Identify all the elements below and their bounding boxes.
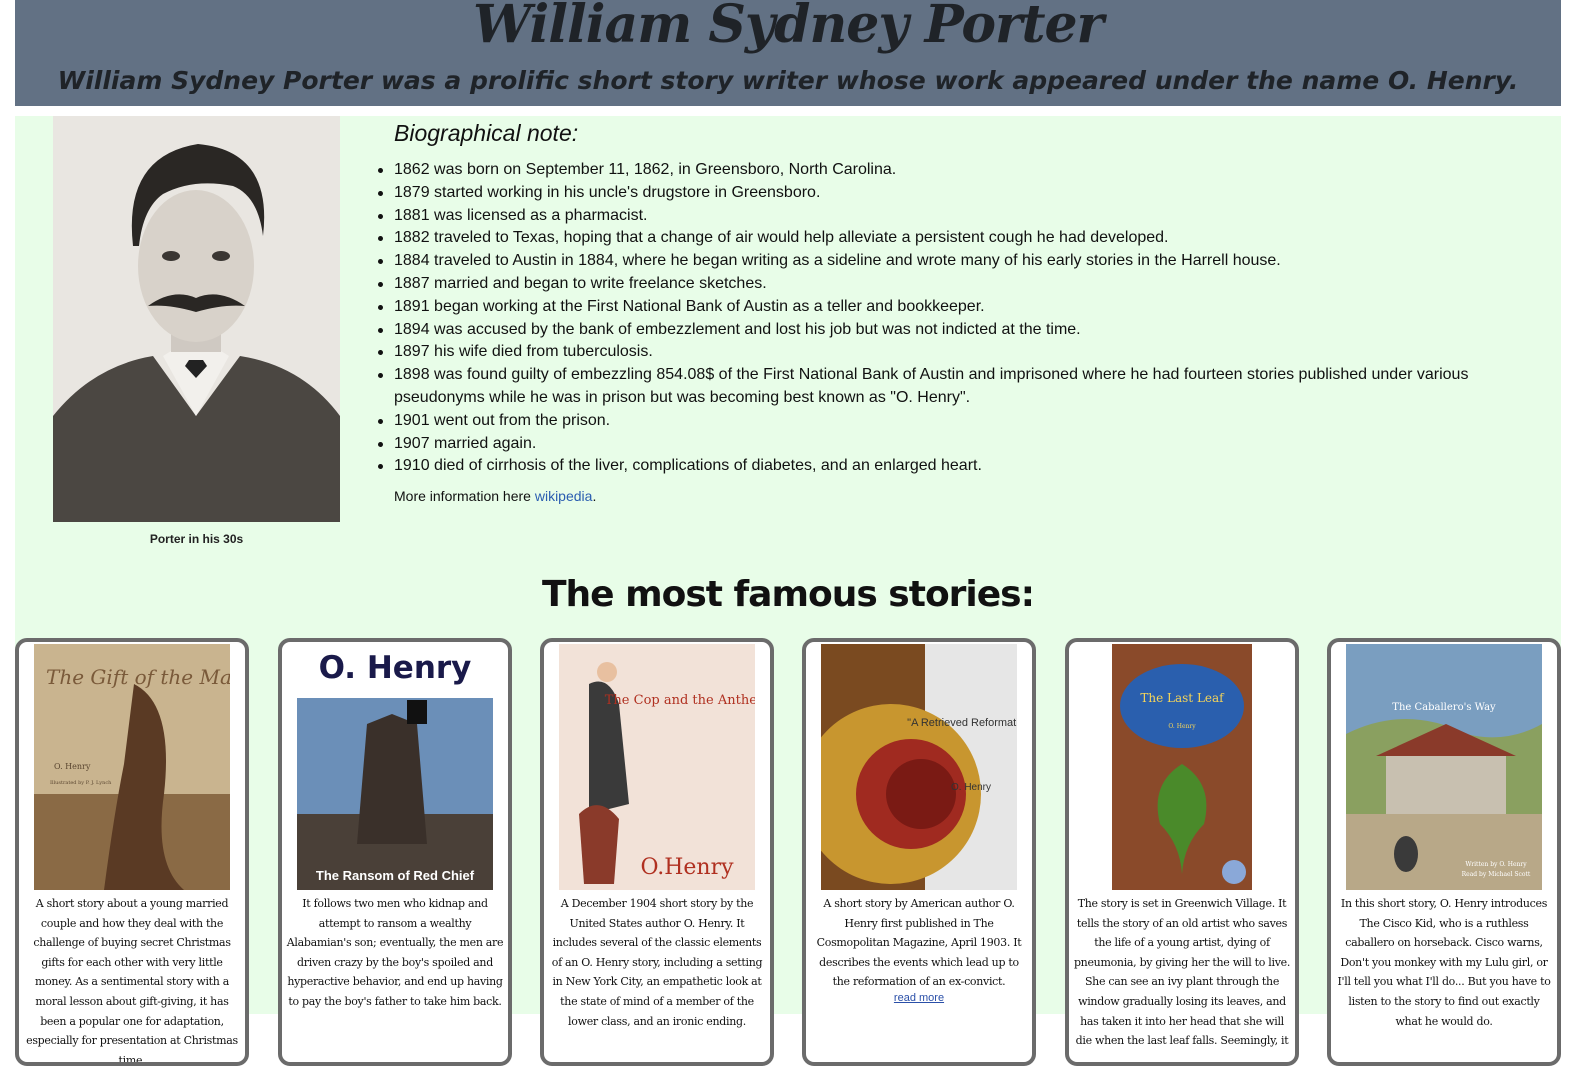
story-card-last-leaf: The Last Leaf O. Henry The story is set … <box>1065 638 1299 1066</box>
story-card-ransom-of-red-chief: O. Henry The Ransom of Red Chief It foll… <box>278 638 512 1066</box>
bio-item: 1910 died of cirrhosis of the liver, com… <box>378 455 1534 478</box>
story-description: A December 1904 short story by the Unite… <box>551 897 763 1028</box>
bio-item: 1887 married and began to write freelanc… <box>378 273 1534 296</box>
bio-item: 1891 began working at the First National… <box>378 296 1534 319</box>
cover-extra: Illustrated by P. J. Lynch <box>50 780 112 786</box>
more-info-prefix: More information here <box>394 488 535 504</box>
bio-list: 1862 was born on September 11, 1862, in … <box>378 159 1534 478</box>
bio-heading: Biographical note: <box>394 120 579 146</box>
bio-item: 1901 went out from the prison. <box>378 410 1534 433</box>
story-card-cop-and-the-anthem: The Cop and the Anthem O.Henry A Decembe… <box>540 638 774 1066</box>
cover-title: The Last Leaf <box>1140 691 1225 705</box>
cover-image: The Gift of the Magi O. Henry Illustrate… <box>34 644 230 890</box>
story-description: The story is set in Greenwich Village. I… <box>1073 897 1291 1048</box>
cover-title: The Ransom of Red Chief <box>316 868 475 883</box>
cover-author: O. Henry <box>951 782 991 793</box>
cover-image: O. Henry The Ransom of Red Chief <box>297 644 493 890</box>
page-title: William Sydney Porter <box>473 0 1104 55</box>
story-description: A short story by American author O. Henr… <box>816 897 1022 989</box>
cover-image: The Cop and the Anthem O.Henry <box>559 644 755 890</box>
bio-item: 1882 traveled to Texas, hoping that a ch… <box>378 227 1534 250</box>
more-info-suffix: . <box>592 488 597 504</box>
cover-title: "A Retrieved Reformation" <box>907 717 1017 729</box>
story-card-retrieved-reformation: "A Retrieved Reformation" O. Henry A sho… <box>802 638 1036 1066</box>
story-description: A short story about a young married coup… <box>26 897 238 1066</box>
cover-title: The Caballero's Way <box>1392 702 1496 713</box>
read-more-link[interactable]: read more <box>806 992 1032 1004</box>
bio-item: 1879 started working in his uncle's drug… <box>378 182 1534 205</box>
story-description: In this short story, O. Henry introduces… <box>1337 897 1551 1028</box>
cover-image: The Last Leaf O. Henry <box>1084 644 1280 890</box>
bio-item: 1907 married again. <box>378 433 1534 456</box>
bio-item: 1898 was found guilty of embezzling 854.… <box>378 364 1534 410</box>
cover-author: O. Henry <box>1168 723 1196 730</box>
bio-item: 1881 was licensed as a pharmacist. <box>378 205 1534 228</box>
story-card-gift-of-the-magi: The Gift of the Magi O. Henry Illustrate… <box>15 638 249 1066</box>
cover-author: Written by O. Henry <box>1465 861 1527 868</box>
stories-heading: The most famous stories: <box>541 574 1035 615</box>
cover-extra: Read by Michael Scott <box>1462 871 1531 878</box>
more-info-line: More information here wikipedia. <box>394 488 596 504</box>
cover-author: O. Henry <box>54 762 91 771</box>
portrait-caption: Porter in his 30s <box>149 532 244 546</box>
bio-item: 1897 his wife died from tuberculosis. <box>378 341 1534 364</box>
wikipedia-link[interactable]: wikipedia <box>535 488 593 504</box>
cover-title: The Cop and the Anthem <box>605 693 755 708</box>
story-description: It follows two men who kidnap and attemp… <box>286 897 504 1008</box>
story-card-caballeros-way: The Caballero's Way Written by O. Henry … <box>1327 638 1561 1066</box>
portrait-image <box>53 116 340 522</box>
page-header: William Sydney Porter William Sydney Por… <box>15 0 1561 106</box>
main-content: Porter in his 30s Biographical note: 186… <box>15 116 1561 1066</box>
bio-item: 1894 was accused by the bank of embezzle… <box>378 319 1534 342</box>
cover-author: O. Henry <box>319 650 472 686</box>
cover-image: "A Retrieved Reformation" O. Henry <box>821 644 1017 890</box>
bio-item: 1862 was born on September 11, 1862, in … <box>378 159 1534 182</box>
cover-author: O.Henry <box>640 855 734 880</box>
cover-image: The Caballero's Way Written by O. Henry … <box>1346 644 1542 890</box>
page-subtitle: William Sydney Porter was a prolific sho… <box>57 66 1519 95</box>
cover-title: The Gift of the Magi <box>46 665 230 689</box>
bio-item: 1884 traveled to Austin in 1884, where h… <box>378 250 1534 273</box>
